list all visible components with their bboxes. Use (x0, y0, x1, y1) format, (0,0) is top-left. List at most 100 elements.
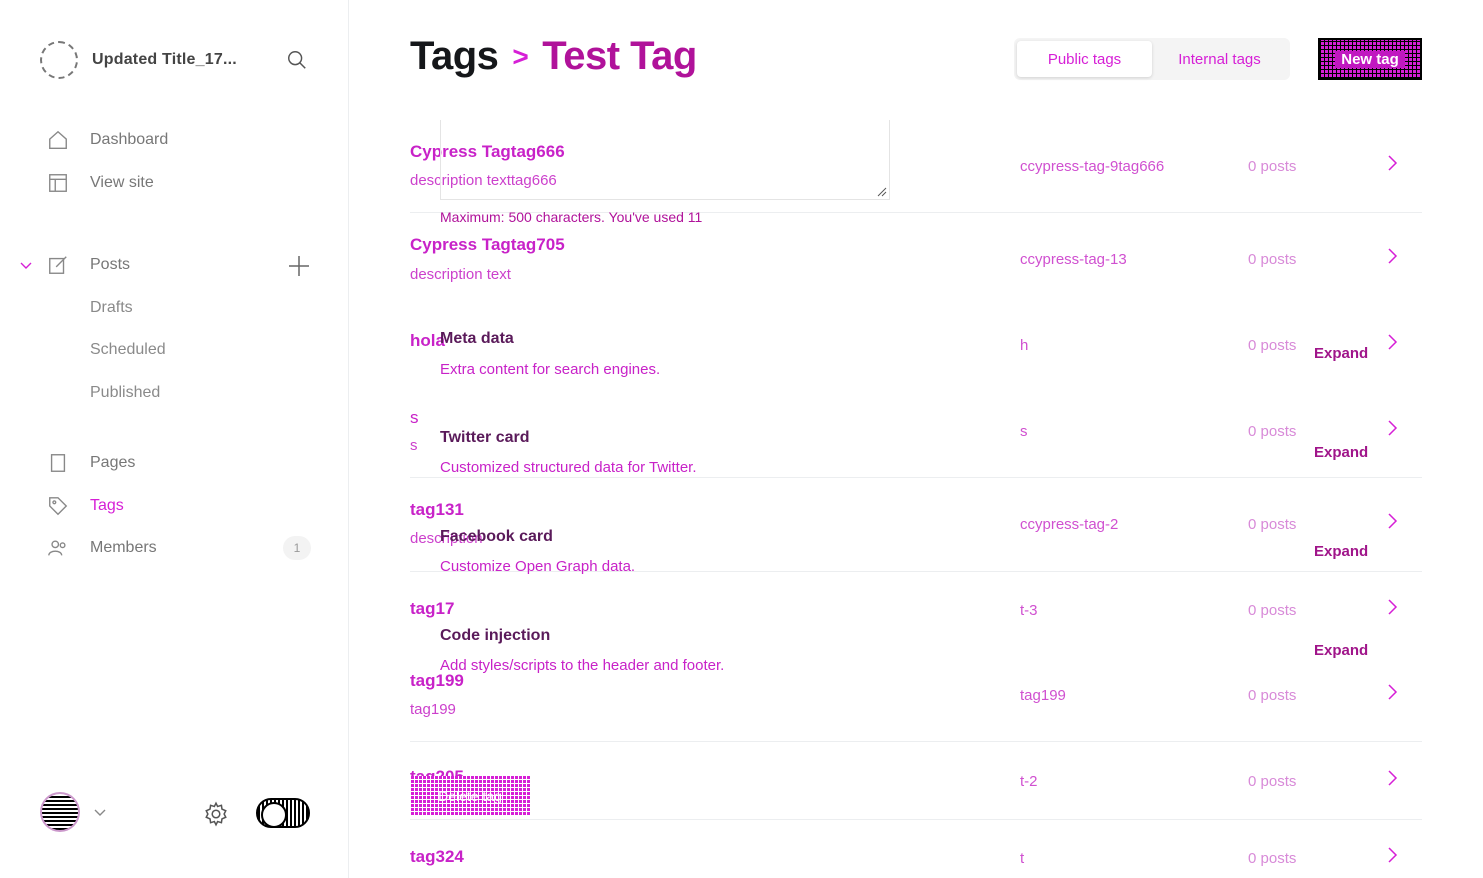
table-row[interactable]: tag17 t-3 0 posts (410, 572, 1422, 668)
members-icon (46, 536, 70, 560)
site-title[interactable]: Updated Title_17... (92, 51, 237, 69)
tag-post-count[interactable]: 0 posts (1248, 337, 1296, 354)
character-count-hint: Maximum: 500 characters. You've used 11 (440, 209, 703, 225)
tag-slug: ccypress-tag-2 (1020, 516, 1119, 533)
site-icon (40, 41, 78, 79)
tag-name[interactable]: tag199 (410, 671, 464, 691)
tag-post-count[interactable]: 0 posts (1248, 516, 1296, 533)
night-mode-toggle[interactable] (256, 798, 310, 828)
avatar[interactable] (40, 792, 80, 832)
nav-tags-label: Tags (90, 497, 124, 514)
tag-slug: t-2 (1020, 773, 1038, 790)
nav-members-label: Members (90, 539, 157, 556)
chevron-right-icon[interactable] (1382, 332, 1402, 352)
tag-slug: s (1020, 423, 1028, 440)
tag-type-switch: Public tags Internal tags (1014, 38, 1290, 80)
view-site-icon (46, 171, 70, 195)
tag-slug: ccypress-tag-13 (1020, 251, 1127, 268)
meta-data-subtitle: Extra content for search engines. (440, 361, 661, 378)
breadcrumb-current: Test Tag (542, 34, 697, 78)
chevron-right-icon[interactable] (1382, 768, 1402, 788)
chevron-right-icon[interactable] (1382, 682, 1402, 702)
chevron-right-icon[interactable] (1382, 511, 1402, 531)
tag-description: tag199 (410, 701, 456, 718)
nav-pages-label: Pages (90, 454, 136, 471)
posts-icon (46, 253, 70, 277)
code-injection-expand-button[interactable]: Expand (1314, 642, 1368, 659)
nav-view-site[interactable]: View site (46, 171, 154, 195)
nav-dashboard[interactable]: Dashboard (46, 128, 168, 152)
description-textarea[interactable] (440, 120, 890, 200)
tag-post-count[interactable]: 0 posts (1248, 251, 1296, 268)
chevron-right-icon[interactable] (1382, 418, 1402, 438)
pages-icon (46, 451, 70, 475)
nav-view-site-label: View site (90, 174, 154, 191)
tag-slug: tag199 (1020, 687, 1066, 704)
tag-icon (46, 494, 70, 518)
twitter-card-expand-button[interactable]: Expand (1314, 444, 1368, 461)
new-tag-button[interactable]: New tag (1318, 38, 1422, 80)
table-row[interactable]: hola h 0 posts (410, 313, 1422, 393)
tag-description: s (410, 437, 418, 454)
nav-published[interactable]: Published (90, 384, 160, 402)
twitter-card-subtitle: Customized structured data for Twitter. (440, 459, 697, 476)
breadcrumb-separator: > (512, 40, 529, 72)
facebook-card-subtitle: Customize Open Graph data. (440, 558, 636, 575)
tag-slug: h (1020, 337, 1029, 354)
sidebar: Updated Title_17... Dashboard View site … (0, 0, 349, 878)
page-title: Tags > Test Tag (410, 34, 697, 79)
tag-post-count[interactable]: 0 posts (1248, 423, 1296, 440)
tab-public-tags[interactable]: Public tags (1017, 41, 1152, 77)
tag-name[interactable]: tag324 (410, 847, 464, 867)
tab-internal-tags[interactable]: Internal tags (1152, 41, 1287, 77)
facebook-card-expand-button[interactable]: Expand (1314, 543, 1368, 560)
chevron-down-icon[interactable] (18, 257, 34, 273)
chevron-right-icon[interactable] (1382, 845, 1402, 865)
tag-name[interactable]: tag131 (410, 500, 464, 520)
code-injection-title: Code injection (440, 627, 551, 644)
chevron-right-icon[interactable] (1382, 153, 1402, 173)
table-row[interactable]: tag205 t-2 0 posts (410, 742, 1422, 820)
tag-slug: t-3 (1020, 602, 1038, 619)
table-row[interactable]: tag324 t 0 posts (410, 820, 1422, 878)
tag-post-count[interactable]: 0 posts (1248, 158, 1296, 175)
nav-dashboard-label: Dashboard (90, 131, 169, 148)
tag-slug: ccypress-tag-9tag666 (1020, 158, 1165, 175)
tag-post-count[interactable]: 0 posts (1248, 773, 1296, 790)
nav-tags[interactable]: Tags (46, 494, 124, 518)
plus-icon[interactable] (287, 254, 311, 278)
nav-drafts[interactable]: Drafts (90, 299, 133, 317)
nav-members[interactable]: Members (46, 536, 157, 560)
nav-pages[interactable]: Pages (46, 451, 135, 475)
nav-posts-label: Posts (90, 256, 131, 273)
delete-tag-button[interactable]: Delete tag (410, 776, 530, 816)
code-injection-subtitle: Add styles/scripts to the header and foo… (440, 657, 725, 674)
nav-scheduled[interactable]: Scheduled (90, 341, 166, 359)
twitter-card-title: Twitter card (440, 429, 530, 446)
chevron-right-icon[interactable] (1382, 597, 1402, 617)
site-header[interactable]: Updated Title_17... (40, 40, 320, 80)
meta-data-expand-button[interactable]: Expand (1314, 345, 1368, 362)
resize-handle-icon[interactable] (877, 187, 887, 197)
breadcrumb-tags[interactable]: Tags (410, 34, 499, 79)
tag-name[interactable]: s (410, 408, 419, 428)
members-count-badge: 1 (283, 536, 311, 560)
tag-post-count[interactable]: 0 posts (1248, 850, 1296, 867)
search-icon[interactable] (286, 49, 308, 71)
tag-name[interactable]: tag17 (410, 599, 454, 619)
nav-posts[interactable]: Posts (46, 253, 130, 277)
new-tag-button-label: New tag (1335, 50, 1405, 68)
tag-post-count[interactable]: 0 posts (1248, 687, 1296, 704)
chevron-down-icon[interactable] (92, 806, 108, 820)
facebook-card-title: Facebook card (440, 528, 553, 545)
chevron-right-icon[interactable] (1382, 246, 1402, 266)
tag-description: description text (410, 266, 511, 283)
tag-post-count[interactable]: 0 posts (1248, 602, 1296, 619)
table-row[interactable]: tag199 tag199 tag199 0 posts (410, 668, 1422, 742)
table-row[interactable]: Cypress Tagtag705 description text ccypr… (410, 213, 1422, 313)
meta-data-title: Meta data (440, 330, 514, 347)
gear-icon[interactable] (203, 801, 229, 827)
home-icon (46, 128, 70, 152)
tag-name[interactable]: Cypress Tagtag705 (410, 235, 565, 255)
tag-slug: t (1020, 850, 1025, 867)
